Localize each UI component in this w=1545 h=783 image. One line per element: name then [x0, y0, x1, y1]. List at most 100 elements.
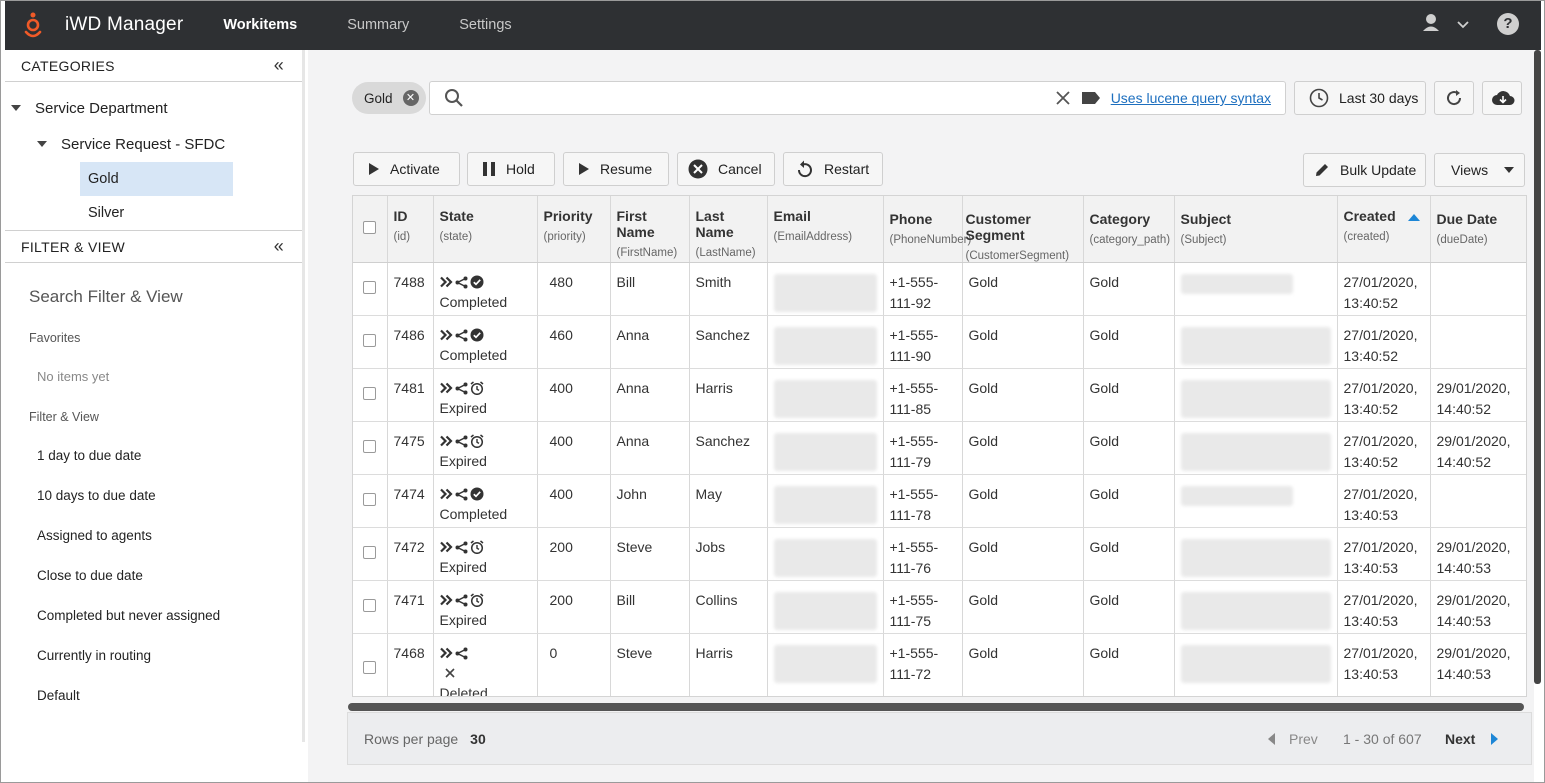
- row-select-cell: [353, 315, 388, 369]
- help-icon[interactable]: ?: [1497, 12, 1519, 35]
- nav-summary[interactable]: Summary: [347, 17, 409, 33]
- genesys-logo-icon: [21, 10, 45, 40]
- refresh-button[interactable]: [1434, 81, 1474, 115]
- caret-down-icon[interactable]: [11, 105, 21, 111]
- fast-forward-icon: [439, 647, 453, 659]
- views-dropdown[interactable]: Views: [1434, 153, 1525, 187]
- share-icon: [455, 488, 468, 501]
- restart-button[interactable]: Restart: [783, 152, 883, 186]
- cell-category: Gold: [1083, 527, 1175, 581]
- filter-chip[interactable]: Gold ✕: [352, 82, 426, 114]
- user-avatar-icon[interactable]: [1421, 12, 1441, 35]
- filter-search-field[interactable]: Search Filter & View: [5, 287, 302, 307]
- tree-node-process[interactable]: Service Request - SFDC: [5, 126, 302, 162]
- cell-category: Gold: [1083, 315, 1175, 369]
- table-row[interactable]: 7471 Expired 200 Bill Collins +1-555-111-75 Go…: [353, 580, 1526, 634]
- activate-button[interactable]: Activate: [353, 152, 460, 186]
- filter-item[interactable]: Close to due date: [5, 556, 302, 596]
- lucene-syntax-link[interactable]: Uses lucene query syntax: [1111, 90, 1271, 106]
- tree-leaf-gold[interactable]: Gold: [80, 162, 233, 196]
- date-range-button[interactable]: Last 30 days: [1294, 81, 1426, 115]
- col-header[interactable]: First Name (FirstName): [610, 196, 690, 263]
- col-header[interactable]: Subject (Subject): [1174, 196, 1338, 263]
- clear-search-icon[interactable]: [1055, 90, 1071, 106]
- filter-item[interactable]: Assigned to agents: [5, 516, 302, 556]
- row-checkbox[interactable]: [363, 598, 377, 612]
- cell-phone: +1-555-111-72: [883, 633, 963, 696]
- cell-id: 7488: [387, 262, 434, 316]
- horizontal-scrollbar[interactable]: [348, 703, 1524, 711]
- col-header[interactable]: ID (id): [387, 196, 434, 263]
- hold-button[interactable]: Hold: [467, 152, 555, 186]
- row-checkbox[interactable]: [363, 386, 377, 400]
- favorites-label: Favorites: [29, 331, 81, 345]
- table-row[interactable]: 7472 Expired 200 Steve Jobs +1-555-111-76 Gold…: [353, 527, 1526, 581]
- cell-segment: Gold: [962, 262, 1084, 316]
- state-label: Completed: [439, 294, 508, 310]
- next-page-button[interactable]: Next: [1445, 731, 1499, 747]
- col-header[interactable]: Category (category_path): [1083, 196, 1175, 263]
- row-checkbox[interactable]: [363, 545, 377, 559]
- select-all-checkbox[interactable]: [363, 221, 377, 234]
- col-header[interactable]: Email (EmailAddress): [767, 196, 884, 263]
- col-header-created-sorted[interactable]: Created (created): [1337, 196, 1431, 263]
- redacted-email: [773, 380, 877, 418]
- col-header[interactable]: Customer Segment (CustomerSegment): [962, 196, 1084, 263]
- table-row[interactable]: 7475 Expired 400 Anna Sanchez +1-555-111-79 Go…: [353, 421, 1526, 475]
- chevron-down-icon[interactable]: [1457, 16, 1469, 32]
- col-header[interactable]: Priority (priority): [537, 196, 611, 263]
- row-select-cell: [353, 368, 388, 422]
- filter-item[interactable]: Currently in routing: [5, 636, 302, 676]
- state-label: Completed: [439, 347, 508, 363]
- download-button[interactable]: [1482, 81, 1522, 115]
- table-row[interactable]: 7468 Deleted 0 Steve Harris +1-555-111-72 Gold…: [353, 633, 1526, 697]
- state-label: Completed: [439, 506, 508, 522]
- table-row[interactable]: 7481 Expired 400 Anna Harris +1-555-111-85 Gol…: [353, 368, 1526, 422]
- row-checkbox[interactable]: [363, 280, 377, 294]
- caret-down-icon[interactable]: [37, 141, 47, 147]
- col-header[interactable]: Due Date (dueDate): [1430, 196, 1526, 263]
- resume-button[interactable]: Resume: [563, 152, 669, 186]
- tree-leaf-silver[interactable]: Silver: [80, 196, 302, 230]
- cell-email-redacted: [767, 527, 884, 581]
- row-checkbox[interactable]: [363, 439, 377, 453]
- cell-phone: +1-555-111-85: [883, 368, 963, 422]
- col-header[interactable]: Phone (PhoneNumber): [883, 196, 971, 263]
- vertical-scrollbar[interactable]: [1534, 50, 1541, 684]
- state-icons: [439, 484, 531, 504]
- tree-node-department[interactable]: Service Department: [5, 90, 302, 126]
- table-row[interactable]: 7486 Completed 460 Anna Sanchez +1-555-111-90…: [353, 315, 1526, 369]
- cell-email-redacted: [767, 580, 884, 634]
- filter-item[interactable]: Completed but never assigned: [5, 596, 302, 636]
- cell-first-name: Anna: [610, 315, 690, 369]
- cell-last-name: Collins: [689, 580, 768, 634]
- row-checkbox[interactable]: [363, 660, 377, 674]
- collapse-categories-icon[interactable]: «: [274, 55, 284, 76]
- bulk-update-button[interactable]: Bulk Update: [1303, 153, 1426, 187]
- rows-per-page-select[interactable]: 30: [470, 731, 486, 747]
- row-checkbox[interactable]: [363, 333, 377, 347]
- row-checkbox[interactable]: [363, 492, 377, 506]
- collapse-filter-icon[interactable]: «: [274, 236, 284, 257]
- table-row[interactable]: 7488 Completed 480 Bill Smith +1-555-111-92 Go…: [353, 262, 1526, 316]
- state-icons: [439, 643, 531, 663]
- filter-item[interactable]: 1 day to due date: [5, 436, 302, 476]
- col-header[interactable]: State (state): [433, 196, 538, 263]
- filter-item[interactable]: Default: [5, 676, 302, 716]
- table-row[interactable]: 7474 Completed 400 John May +1-555-111-78 Gold…: [353, 474, 1526, 528]
- col-header[interactable]: Last Name (LastName): [689, 196, 768, 263]
- cell-due-date: 29/01/2020, 14:40:52: [1430, 421, 1526, 475]
- state-label: Deleted: [439, 685, 488, 697]
- filter-item[interactable]: 10 days to due date: [5, 476, 302, 516]
- remove-chip-icon[interactable]: ✕: [402, 90, 419, 106]
- search-input[interactable]: [476, 83, 1055, 113]
- app-title: iWD Manager: [65, 14, 184, 35]
- cell-due-date: [1430, 474, 1526, 528]
- sort-ascending-icon[interactable]: [1407, 213, 1420, 221]
- cancel-button[interactable]: Cancel: [677, 152, 775, 186]
- prev-page-button[interactable]: Prev: [1268, 731, 1318, 747]
- nav-settings[interactable]: Settings: [459, 17, 511, 33]
- tag-icon[interactable]: [1081, 91, 1101, 105]
- cell-priority: 200: [537, 580, 611, 634]
- nav-workitems[interactable]: Workitems: [223, 17, 297, 33]
